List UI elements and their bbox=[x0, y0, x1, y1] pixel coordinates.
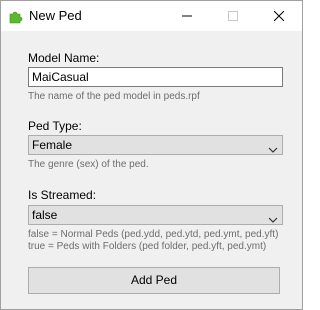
puzzle-piece-icon bbox=[8, 8, 24, 24]
ped-type-selected: Female bbox=[32, 138, 73, 152]
ped-type-dropdown[interactable]: Female bbox=[28, 135, 283, 155]
is-streamed-hint-true: true = Peds with Folders (ped folder, pe… bbox=[28, 241, 267, 252]
new-ped-window: New Ped Model Name: MaiCasual The name o… bbox=[0, 0, 303, 310]
minimize-button[interactable] bbox=[164, 1, 210, 31]
is-streamed-dropdown[interactable]: false bbox=[28, 205, 283, 225]
close-button[interactable] bbox=[256, 1, 302, 31]
title-bar[interactable]: New Ped bbox=[1, 1, 302, 31]
ped-type-label: Ped Type: bbox=[28, 119, 82, 133]
add-ped-button[interactable]: Add Ped bbox=[28, 267, 280, 294]
maximize-icon bbox=[228, 11, 238, 21]
is-streamed-hint-false: false = Normal Peds (ped.ydd, ped.ytd, p… bbox=[28, 229, 279, 240]
minimize-icon bbox=[182, 15, 192, 17]
ped-type-hint: The genre (sex) of the ped. bbox=[28, 159, 149, 170]
chevron-down-icon bbox=[268, 211, 278, 229]
form-area: Model Name: MaiCasual The name of the pe… bbox=[1, 31, 302, 309]
maximize-button bbox=[210, 1, 256, 31]
is-streamed-selected: false bbox=[32, 208, 58, 222]
close-icon bbox=[274, 11, 284, 21]
window-title: New Ped bbox=[29, 8, 82, 23]
is-streamed-label: Is Streamed: bbox=[28, 188, 97, 202]
model-name-input[interactable]: MaiCasual bbox=[28, 67, 283, 87]
model-name-label: Model Name: bbox=[28, 51, 100, 65]
chevron-down-icon bbox=[268, 141, 278, 159]
model-name-hint: The name of the ped model in peds.rpf bbox=[28, 91, 200, 102]
